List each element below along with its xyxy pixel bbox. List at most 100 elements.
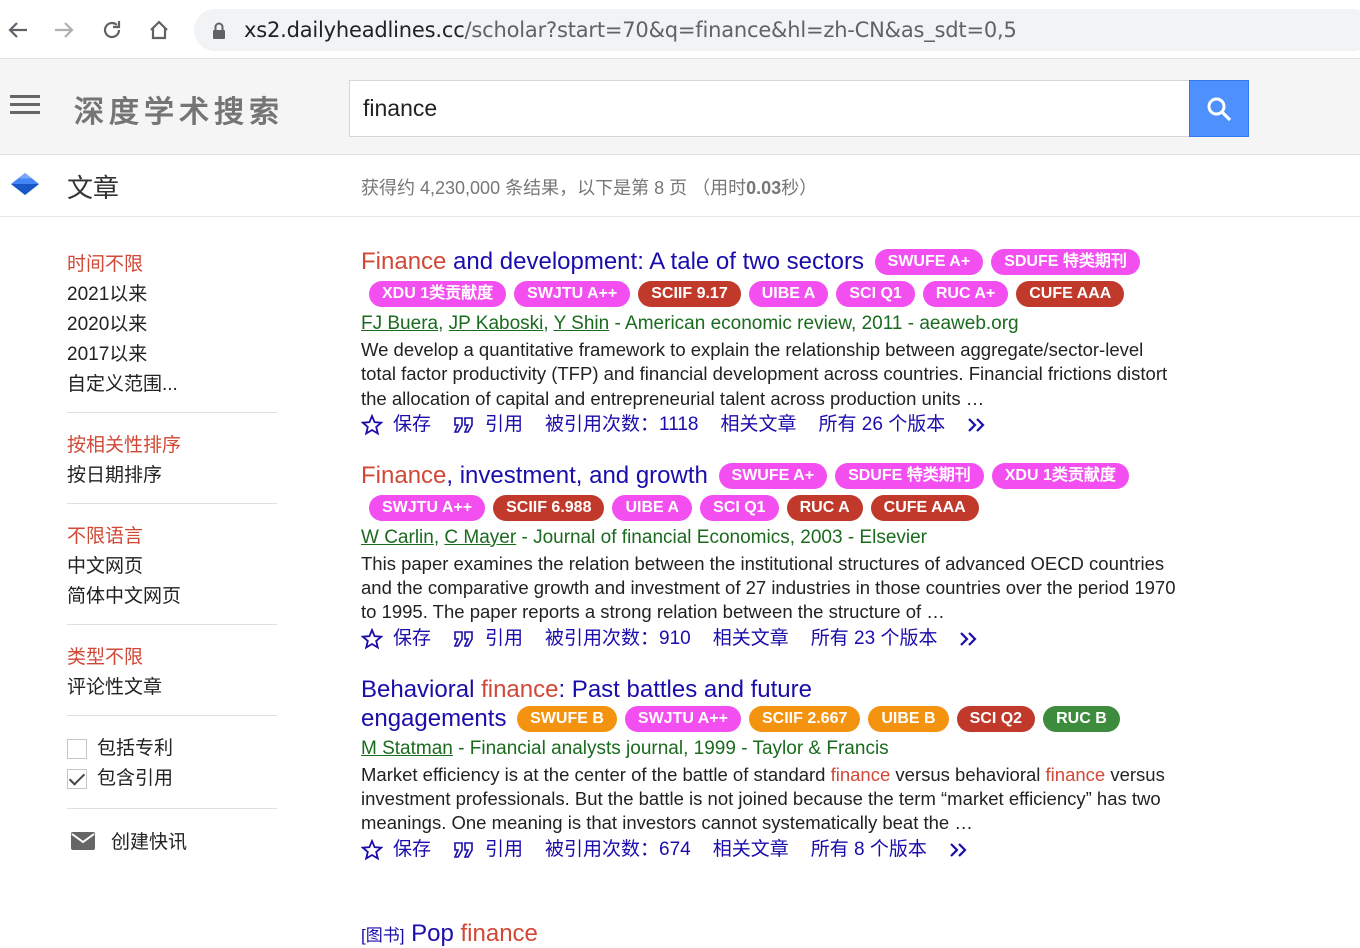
save-link[interactable]: 保存 <box>393 625 431 653</box>
rank-badge: SCIIF 6.988 <box>493 494 605 521</box>
rank-badge: SWUFE B <box>517 705 617 732</box>
rank-badge: SCIIF 9.17 <box>638 281 741 307</box>
address-bar[interactable]: xs2.dailyheadlines.cc/scholar?start=70&q… <box>194 9 1360 51</box>
rank-badge: SCI Q1 <box>836 281 915 307</box>
lang-chinese-pages[interactable]: 中文网页 <box>67 552 277 582</box>
lang-any[interactable]: 不限语言 <box>67 522 277 552</box>
result-title-link[interactable]: engagements <box>361 705 506 732</box>
result-title-row: engagements SWUFE B SWJTU A++ SCIIF 2.667 U… <box>361 704 1351 736</box>
author-link[interactable]: C Mayer <box>444 527 516 548</box>
title-text: Pop <box>411 920 461 947</box>
sort-by-date[interactable]: 按日期排序 <box>67 461 277 491</box>
quote-icon[interactable] <box>453 417 475 433</box>
result-title-link-partial[interactable]: [图书] Pop finance <box>361 920 538 948</box>
star-icon[interactable] <box>361 413 383 436</box>
snippet-text: Market efficiency is at the center of th… <box>361 763 831 785</box>
cited-by-link[interactable]: 被引用次数：674 <box>545 836 691 864</box>
venue-text: - Journal of financial Economics, 2003 -… <box>516 526 928 548</box>
quote-icon[interactable] <box>453 630 475 647</box>
author-link[interactable]: FJ Buera <box>361 313 438 334</box>
section-title: 文章 <box>67 173 120 203</box>
include-patents-label: 包括专利 <box>97 738 174 759</box>
create-alert-link[interactable]: 创建快讯 <box>67 827 277 854</box>
cited-by-link[interactable]: 被引用次数：910 <box>545 625 691 653</box>
star-icon[interactable] <box>361 627 383 650</box>
title-text: : Past battles and future <box>558 675 812 703</box>
scholar-cap-icon <box>10 171 40 204</box>
rank-badge: CUFE AAA <box>870 494 979 521</box>
browser-toolbar: xs2.dailyheadlines.cc/scholar?start=70&q… <box>0 0 1360 59</box>
filter-any-time[interactable]: 时间不限 <box>67 250 277 280</box>
cite-link[interactable]: 引用 <box>485 625 523 653</box>
rank-badge: SWJTU A++ <box>514 281 631 307</box>
type-any[interactable]: 类型不限 <box>67 643 277 673</box>
result-title-link[interactable]: Finance and development: A tale of two s… <box>361 248 864 275</box>
include-patents-checkbox[interactable]: 包括专利 <box>67 734 277 764</box>
reload-icon[interactable] <box>96 14 128 46</box>
more-chevron-icon[interactable] <box>949 842 973 858</box>
author-link[interactable]: M Statman <box>361 738 453 759</box>
related-articles-link[interactable]: 相关文章 <box>713 625 789 653</box>
author-link[interactable]: W Carlin <box>361 527 434 548</box>
more-chevron-icon[interactable] <box>967 417 991 433</box>
related-articles-link[interactable]: 相关文章 <box>720 411 796 439</box>
url-host: xs2.dailyheadlines.cc <box>244 18 465 42</box>
url-text[interactable]: xs2.dailyheadlines.cc/scholar?start=70&q… <box>244 17 1017 43</box>
title-highlight: Finance <box>361 461 447 489</box>
result-title-link[interactable]: Finance, investment, and growth <box>361 462 708 489</box>
search-input[interactable] <box>349 80 1190 137</box>
author-link[interactable]: Y Shin <box>554 313 610 334</box>
cite-link[interactable]: 引用 <box>485 411 523 439</box>
home-icon[interactable] <box>143 14 175 46</box>
save-link[interactable]: 保存 <box>393 836 431 864</box>
result-title-row: Finance, investment, and growth SWUFE A+… <box>361 461 1351 493</box>
cited-by-link[interactable]: 被引用次数：1118 <box>545 411 698 439</box>
cite-link[interactable]: 引用 <box>485 836 523 864</box>
include-group: 包括专利 包含引用 <box>67 734 277 809</box>
all-versions-link[interactable]: 所有 26 个版本 <box>819 411 946 439</box>
stats-time: 0.03 <box>746 178 782 198</box>
type-group: 类型不限 评论性文章 <box>67 643 277 716</box>
rank-badge: SWUFE A+ <box>874 249 984 275</box>
author-link[interactable]: JP Kaboski <box>449 313 544 334</box>
result-meta: M Statman - Financial analysts journal, … <box>361 736 1351 761</box>
rank-badge: SWUFE A+ <box>718 462 828 489</box>
sort-by-relevance[interactable]: 按相关性排序 <box>67 431 277 461</box>
rank-badge: XDU 1类贡献度 <box>991 462 1129 489</box>
result-title-link[interactable]: Behavioral finance: Past battles and fut… <box>361 675 1351 704</box>
include-citations-checkbox[interactable]: 包含引用 <box>67 764 277 794</box>
all-versions-link[interactable]: 所有 23 个版本 <box>811 625 938 653</box>
lang-simplified-chinese[interactable]: 简体中文网页 <box>67 582 277 612</box>
rank-badge: SCIIF 2.667 <box>749 705 861 732</box>
stats-prefix: 获得约 4,230,000 条结果，以下是第 8 页 （用时 <box>361 178 747 198</box>
create-alert-label: 创建快讯 <box>111 832 188 853</box>
checkbox-checked[interactable] <box>67 769 87 789</box>
title-text: , investment, and growth <box>446 461 708 489</box>
rank-badge: XDU 1类贡献度 <box>369 281 507 307</box>
rank-badge: SCI Q2 <box>956 705 1036 732</box>
more-chevron-icon[interactable] <box>959 631 983 647</box>
all-versions-link[interactable]: 所有 8 个版本 <box>811 836 927 864</box>
save-link[interactable]: 保存 <box>393 411 431 439</box>
related-articles-link[interactable]: 相关文章 <box>713 836 789 864</box>
venue-text: - Financial analysts journal, 1999 - Tay… <box>452 737 889 759</box>
mail-icon <box>71 831 95 850</box>
url-path: /scholar?start=70&q=finance&hl=zh-CN&as_… <box>464 18 1017 42</box>
result-actions: 保存 引用 被引用次数：910 相关文章 所有 23 个版本 <box>361 625 1351 653</box>
rank-badge: CUFE AAA <box>1016 281 1125 307</box>
type-review-articles[interactable]: 评论性文章 <box>67 673 277 703</box>
search-button[interactable] <box>1189 80 1249 137</box>
forward-arrow-icon[interactable] <box>48 14 80 46</box>
back-arrow-icon[interactable] <box>2 14 34 46</box>
sort-group: 按相关性排序 按日期排序 <box>67 431 277 504</box>
hamburger-menu-icon[interactable] <box>10 95 40 117</box>
filter-since-2017[interactable]: 2017以来 <box>67 340 277 370</box>
filter-since-2020[interactable]: 2020以来 <box>67 310 277 340</box>
site-brand[interactable]: 深度学术搜索 <box>74 87 284 131</box>
filter-since-2021[interactable]: 2021以来 <box>67 280 277 310</box>
checkbox-unchecked[interactable] <box>67 739 87 759</box>
filter-custom-range[interactable]: 自定义范围... <box>67 370 277 400</box>
star-icon[interactable] <box>361 838 383 861</box>
quote-icon[interactable] <box>453 841 475 858</box>
result-item: Finance and development: A tale of two s… <box>361 247 1351 439</box>
